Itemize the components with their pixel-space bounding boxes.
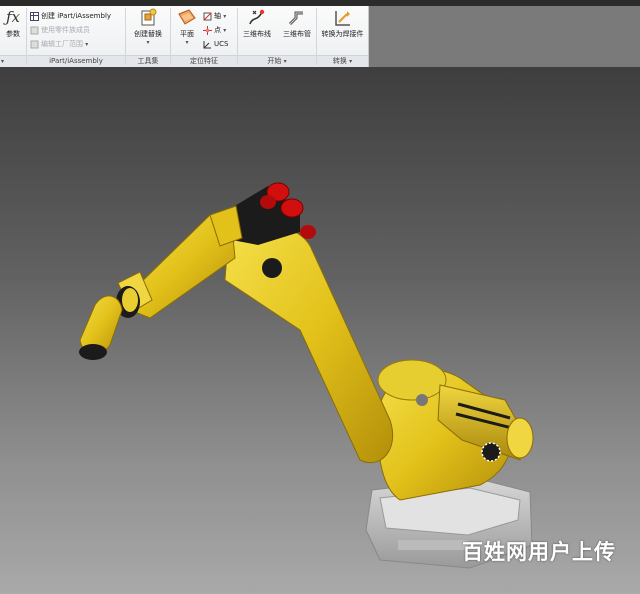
edit-factory-button[interactable]: 编辑工厂范围 ▾ [30, 39, 88, 50]
panel-toolset-title: 工具集 [126, 55, 170, 67]
route-3d-label: 三维布线 [243, 30, 271, 38]
create-ipart-button[interactable]: 创建 iPart/iAssembly [30, 11, 111, 22]
dropdown-icon: ▾ [223, 13, 227, 20]
plane-icon [178, 9, 196, 25]
parameters-label: 参数 [6, 30, 20, 38]
3d-viewport[interactable]: 百姓网用户上传 [0, 67, 640, 594]
ucs-label: UCS [214, 40, 229, 48]
plane-button[interactable]: 平面 ▾ [173, 8, 201, 46]
create-ipart-label: 创建 iPart/iAssembly [41, 12, 112, 20]
panel-begin-title-text: 开始 [267, 57, 282, 65]
robot-lower-arm [224, 225, 394, 464]
dropdown-icon: ▾ [1, 58, 5, 65]
panel-work-features-title: 定位特征 [171, 55, 237, 67]
route-3d-button[interactable]: 三维布线 [238, 8, 276, 39]
dropdown-icon: ▾ [146, 39, 150, 46]
panel-convert-title-text: 转换 [332, 57, 347, 65]
dropdown-icon: ▾ [283, 58, 287, 65]
axis-button[interactable]: 轴 ▾ [203, 11, 226, 22]
plane-label: 平面 [180, 30, 194, 38]
panel-convert-title: 转换 ▾ [317, 55, 368, 67]
fx-icon: ƒx [5, 8, 20, 26]
dropdown-icon: ▾ [185, 39, 189, 46]
panel-work-features: 平面 ▾ 轴 ▾ 点 ▾ UCS 定位特征 [171, 6, 237, 67]
convert-weldment-label: 转换为焊接件 [321, 30, 364, 38]
ucs-button[interactable]: UCS [203, 39, 228, 50]
table-icon [30, 11, 39, 21]
panel-parameters-title: ▾ [0, 55, 26, 67]
create-substitute-button[interactable]: 创建替换 ▾ [128, 8, 168, 46]
panel-toolset: 创建替换 ▾ 工具集 [126, 6, 170, 67]
ribbon-toolbar: ƒx 参数 ▾ 创建 iPart/iAssembly 使用零件族成员 编辑工厂范… [0, 6, 369, 68]
convert-weldment-button[interactable]: 转换为焊接件 [317, 8, 368, 39]
panel-begin: 三维布线 三维布管 开始 ▾ [238, 6, 316, 67]
substitute-icon [141, 8, 157, 26]
point-label: 点 [214, 26, 221, 34]
ucs-icon [203, 40, 211, 48]
panel-ipart: 创建 iPart/iAssembly 使用零件族成员 编辑工厂范围 ▾ iPar… [27, 6, 125, 67]
axis-icon [203, 12, 212, 20]
member-icon [30, 26, 39, 34]
use-member-button[interactable]: 使用零件族成员 [30, 25, 90, 36]
tube-pipe-icon [288, 11, 303, 26]
cable-harness-icon [249, 9, 265, 25]
tube-3d-button[interactable]: 三维布管 [278, 8, 316, 39]
panel-convert: 转换为焊接件 转换 ▾ [317, 6, 368, 67]
panel-ipart-title: iPart/iAssembly [27, 55, 125, 67]
dropdown-icon: ▾ [349, 58, 353, 65]
weldment-icon [334, 11, 350, 26]
panel-begin-title: 开始 ▾ [238, 55, 316, 67]
panel-parameters: ƒx 参数 ▾ [0, 6, 26, 67]
point-icon [203, 25, 212, 35]
axis-label: 轴 [214, 12, 221, 20]
dropdown-icon: ▾ [223, 27, 227, 34]
create-substitute-label: 创建替换 [134, 30, 162, 38]
edit-factory-label: 编辑工厂范围 [41, 40, 83, 48]
use-member-label: 使用零件族成员 [41, 26, 90, 34]
factory-icon [30, 40, 39, 48]
point-button[interactable]: 点 ▾ [203, 25, 226, 36]
watermark-text: 百姓网用户上传 [462, 540, 616, 564]
industrial-robot-model[interactable] [0, 67, 640, 594]
parameters-button[interactable]: ƒx 参数 [2, 8, 24, 39]
tube-3d-label: 三维布管 [283, 30, 311, 38]
dropdown-icon: ▾ [85, 41, 89, 48]
robot-wrist [79, 295, 123, 360]
